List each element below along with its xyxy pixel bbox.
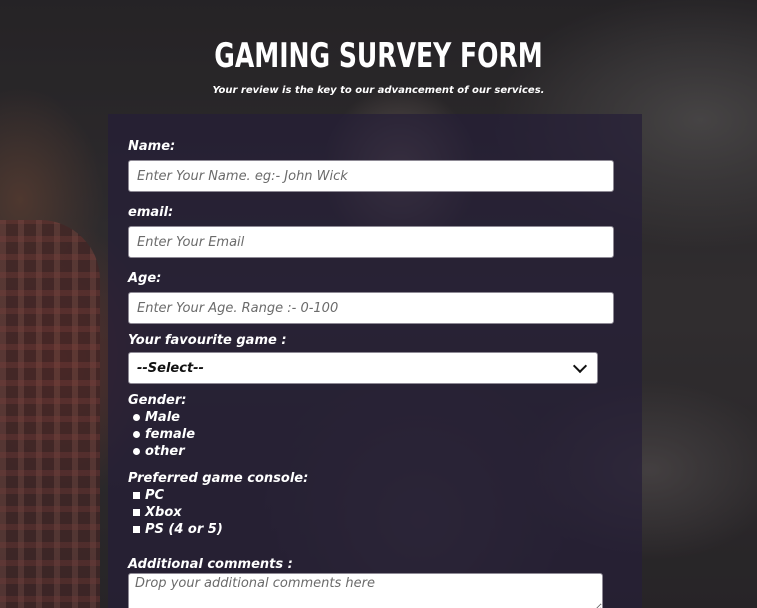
comments-textarea[interactable] — [128, 573, 603, 608]
checkbox[interactable] — [133, 509, 140, 516]
checkbox[interactable] — [133, 492, 140, 499]
favourite-game-selected-value: --Select-- — [137, 360, 204, 376]
console-option-xbox[interactable]: Xbox — [133, 505, 182, 520]
age-input[interactable] — [128, 292, 614, 324]
gender-label: Gender: — [128, 393, 187, 408]
console-label: Preferred game console: — [128, 471, 309, 486]
gender-option-label: other — [145, 444, 185, 459]
checkbox[interactable] — [133, 526, 140, 533]
console-option-ps[interactable]: PS (4 or 5) — [133, 522, 223, 537]
age-label: Age: — [128, 271, 162, 286]
radio-button[interactable] — [133, 431, 140, 438]
email-label: email: — [128, 205, 174, 220]
gender-option-female[interactable]: female — [133, 427, 195, 442]
chevron-down-icon — [572, 358, 588, 373]
name-input[interactable] — [128, 160, 614, 192]
radio-button[interactable] — [133, 414, 140, 421]
favourite-game-label: Your favourite game : — [128, 333, 287, 348]
console-option-pc[interactable]: PC — [133, 488, 164, 503]
gender-option-other[interactable]: other — [133, 444, 185, 459]
radio-button[interactable] — [133, 448, 140, 455]
gender-option-label: Male — [145, 410, 180, 425]
console-option-label: PC — [145, 488, 165, 503]
gender-option-label: female — [145, 427, 196, 442]
comments-label: Additional comments : — [128, 557, 293, 572]
name-label: Name: — [128, 139, 176, 154]
gender-option-male[interactable]: Male — [133, 410, 180, 425]
console-option-label: Xbox — [145, 505, 182, 520]
page-title: GAMING SURVEY FORM — [214, 36, 543, 76]
email-input[interactable] — [128, 226, 614, 258]
favourite-game-select[interactable]: --Select-- — [128, 352, 598, 384]
page-subtitle: Your review is the key to our advancemen… — [212, 85, 545, 96]
console-option-label: PS (4 or 5) — [145, 522, 223, 537]
